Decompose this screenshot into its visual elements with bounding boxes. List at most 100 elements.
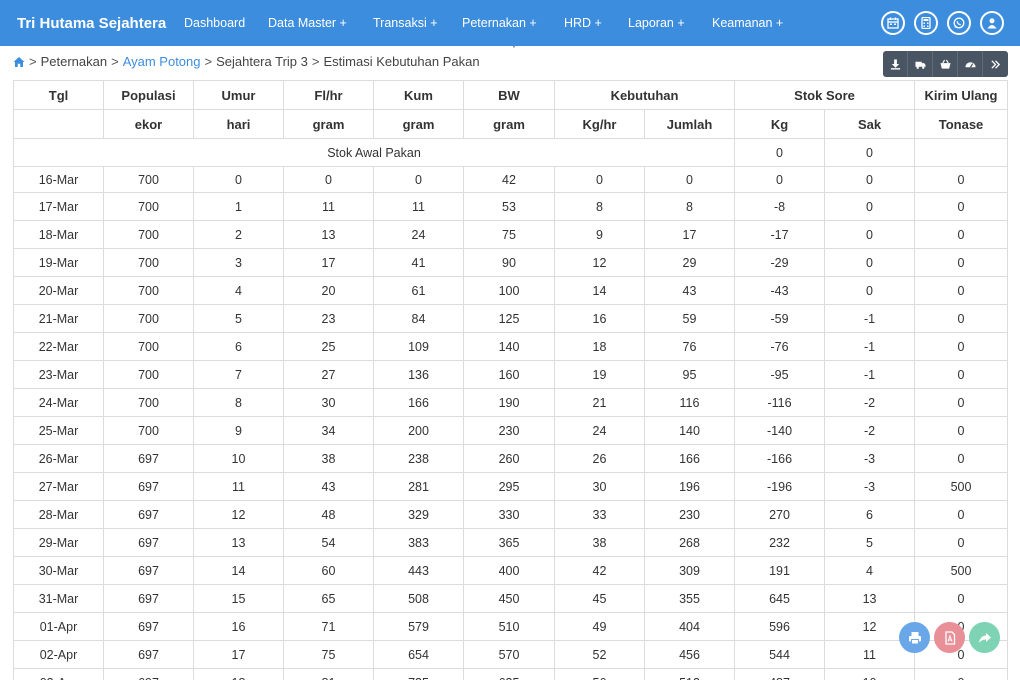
cell-fl-hr: 34: [283, 416, 374, 445]
brand-title[interactable]: Tri Hutama Sejahtera: [0, 15, 184, 32]
feed-estimate-table-wrapper: Tgl Populasi Umur Fl/hr Kum BW Kebutuhan…: [12, 80, 1009, 680]
cell-kebutuhan-jumlah: 59: [643, 304, 736, 333]
cell-stok-sore-kg: -196: [734, 472, 826, 501]
menu-laporan[interactable]: Laporan +: [628, 16, 685, 30]
cell-bw: 42: [463, 166, 555, 193]
cell-kebutuhan-kg-hr: 8: [554, 192, 645, 221]
cell-kebutuhan-jumlah: 43: [643, 276, 736, 305]
cell-umur: 7: [193, 360, 284, 389]
menu-transaksi[interactable]: Transaksi +: [373, 16, 438, 30]
stok-awal-row: Stok Awal Pakan 0 0: [12, 138, 1009, 167]
cell-bw: 295: [463, 472, 555, 501]
cell-fl-hr: 13: [283, 220, 374, 249]
cell-stok-sore-sak: 6: [824, 500, 916, 529]
cell-stok-sore-kg: 645: [734, 584, 826, 613]
cell-tgl: 24-Mar: [13, 388, 104, 417]
unit-header-kg: Kg: [734, 109, 826, 139]
col-header-tgl: Tgl: [13, 80, 104, 110]
cell-kebutuhan-kg-hr: 24: [554, 416, 645, 445]
user-icon[interactable]: [980, 11, 1004, 35]
cell-stok-sore-kg: -17: [734, 220, 826, 249]
cell-umur: 15: [193, 584, 284, 613]
top-navbar: Tri Hutama Sejahtera Dashboard Data Mast…: [0, 0, 1020, 46]
cell-kum: 109: [373, 332, 464, 361]
breadcrumb-trip[interactable]: Sejahtera Trip 3: [216, 54, 308, 69]
basket-icon[interactable]: [933, 51, 958, 77]
cell-stok-sore-sak: 0: [824, 220, 916, 249]
cell-stok-sore-sak: 13: [824, 584, 916, 613]
cell-umur: 17: [193, 640, 284, 669]
cell-kirim-ulang-tonase: 0: [914, 332, 1009, 361]
cell-stok-sore-kg: -8: [734, 192, 826, 221]
dashboard-icon[interactable]: [958, 51, 983, 77]
cell-kebutuhan-kg-hr: 18: [554, 332, 645, 361]
cell-umur: 4: [193, 276, 284, 305]
cell-fl-hr: 43: [283, 472, 374, 501]
cell-tgl: 16-Mar: [13, 166, 104, 193]
cell-kum: 0: [373, 166, 464, 193]
table-row: 16-Mar 700 0 0 0 42 0 0 0 0 0: [13, 166, 1009, 193]
col-header-populasi: Populasi: [103, 80, 194, 110]
cell-kirim-ulang-tonase: 0: [914, 584, 1009, 613]
cell-kirim-ulang-tonase: 0: [914, 276, 1009, 305]
cell-umur: 16: [193, 612, 284, 641]
cell-kebutuhan-jumlah: 29: [643, 248, 736, 277]
cell-kum: 200: [373, 416, 464, 445]
whatsapp-icon[interactable]: [947, 11, 971, 35]
cell-kebutuhan-jumlah: 17: [643, 220, 736, 249]
unit-header-kg-hr: Kg/hr: [554, 109, 645, 139]
breadcrumb-current: Estimasi Kebutuhan Pakan: [323, 54, 480, 69]
home-icon[interactable]: [13, 56, 25, 68]
cell-populasi: 697: [103, 444, 194, 473]
menu-peternakan[interactable]: Peternakan +: [462, 16, 537, 30]
unit-header-hari: hari: [193, 109, 284, 139]
cell-stok-sore-kg: 544: [734, 640, 826, 669]
cell-stok-sore-sak: -3: [824, 444, 916, 473]
cell-kebutuhan-jumlah: 512: [643, 668, 736, 680]
unit-header-gram: gram: [463, 109, 555, 139]
menu-data-master[interactable]: Data Master +: [268, 16, 347, 30]
cell-kebutuhan-kg-hr: 9: [554, 220, 645, 249]
cell-bw: 450: [463, 584, 555, 613]
print-button[interactable]: [899, 622, 930, 653]
cell-umur: 10: [193, 444, 284, 473]
truck-icon[interactable]: [908, 51, 933, 77]
menu-keamanan[interactable]: Keamanan +: [712, 16, 783, 30]
cell-stok-sore-kg: 270: [734, 500, 826, 529]
cell-umur: 11: [193, 472, 284, 501]
cell-stok-sore-kg: -43: [734, 276, 826, 305]
calendar-icon[interactable]: [881, 11, 905, 35]
unit-header-gram: gram: [373, 109, 464, 139]
pdf-button[interactable]: [934, 622, 965, 653]
cell-bw: 230: [463, 416, 555, 445]
cell-bw: 635: [463, 668, 555, 680]
cell-stok-sore-sak: 0: [824, 276, 916, 305]
chevron-right-icon[interactable]: [983, 51, 1008, 77]
cell-stok-sore-sak: -2: [824, 388, 916, 417]
calculator-icon[interactable]: [914, 11, 938, 35]
cell-populasi: 700: [103, 332, 194, 361]
cell-fl-hr: 11: [283, 192, 374, 221]
table-row: 27-Mar 697 11 43 281 295 30 196 -196 -3 500: [13, 472, 1009, 501]
unit-header-jumlah: Jumlah: [643, 109, 736, 139]
page-toolbar: [883, 51, 1008, 77]
cell-populasi: 700: [103, 248, 194, 277]
cell-fl-hr: 0: [283, 166, 374, 193]
cell-fl-hr: 48: [283, 500, 374, 529]
menu-dashboard[interactable]: Dashboard: [184, 16, 245, 30]
share-button[interactable]: [969, 622, 1000, 653]
cell-kebutuhan-kg-hr: 30: [554, 472, 645, 501]
breadcrumb-peternakan[interactable]: Peternakan: [41, 54, 108, 69]
table-row: 23-Mar 700 7 27 136 160 19 95 -95 -1 0: [13, 360, 1009, 389]
menu-hrd[interactable]: HRD +: [564, 16, 602, 30]
unit-header-tgl: [13, 109, 104, 139]
cell-kebutuhan-kg-hr: 49: [554, 612, 645, 641]
stok-awal-tonase: [914, 138, 1009, 167]
cell-stok-sore-kg: 232: [734, 528, 826, 557]
cell-fl-hr: 81: [283, 668, 374, 680]
download-icon[interactable]: [883, 51, 908, 77]
breadcrumb-ayam-potong[interactable]: Ayam Potong: [123, 54, 201, 69]
cell-kum: 654: [373, 640, 464, 669]
cell-stok-sore-kg: -59: [734, 304, 826, 333]
cell-kum: 508: [373, 584, 464, 613]
